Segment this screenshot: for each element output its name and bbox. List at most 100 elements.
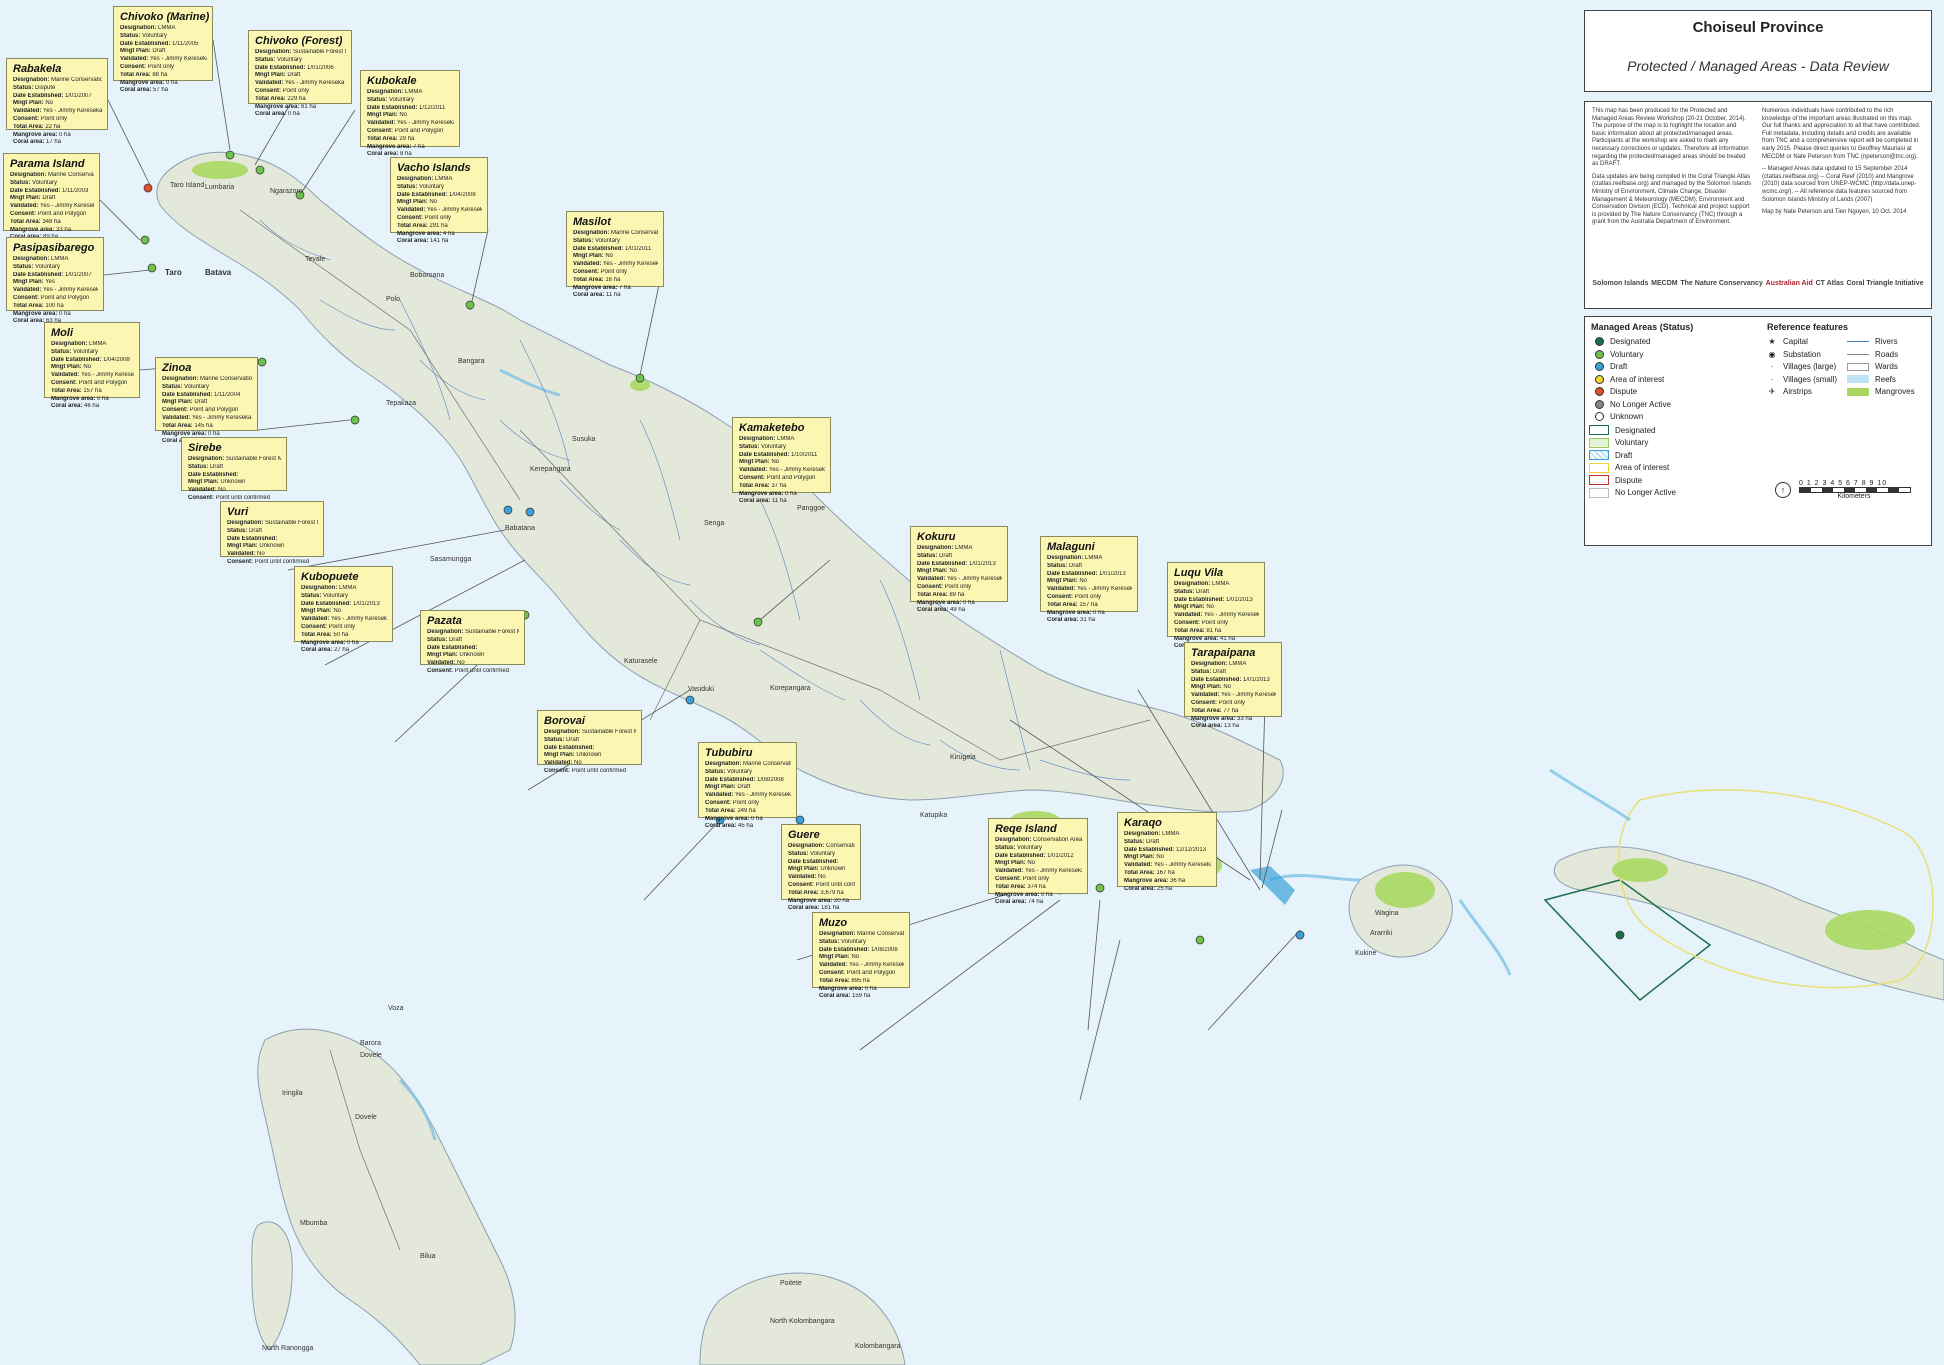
callout-field-label: Designation: xyxy=(427,629,464,635)
callout-field-label: Total Area: xyxy=(739,482,770,489)
callout-row: Date Established: 1/11/2005 xyxy=(120,41,207,49)
callout-field-value: 159 ha xyxy=(852,993,871,1000)
callout-title: Moli xyxy=(51,327,73,339)
callout-field-value: Point only xyxy=(328,623,356,630)
callout-row: Mngt Plan: Unknown xyxy=(227,543,318,551)
callout-row: Total Area: 81 ha xyxy=(1174,628,1259,636)
callout-field-value: 17 ha xyxy=(46,139,62,146)
callout-title: Tarapaipana xyxy=(1191,647,1256,659)
callout-field-label: Mngt Plan: xyxy=(13,100,44,107)
callout-field-label: Status: xyxy=(705,768,726,775)
callout-field-label: Designation: xyxy=(995,837,1032,843)
callout-field-value: No xyxy=(1027,860,1036,867)
callout-field-value: 1/04/2008 xyxy=(103,356,130,363)
callout-field-label: Status: xyxy=(397,183,418,190)
callout-field-value: 348 ha xyxy=(42,218,61,225)
callout-row: Designation: LMMA xyxy=(120,25,207,33)
callout-field-label: Date Established: xyxy=(301,600,352,607)
callout-field-label: Mangrove area: xyxy=(51,395,96,402)
callout-field-label: Status: xyxy=(188,463,209,470)
legend-label: Airstrips xyxy=(1783,387,1812,396)
line-swatch-icon xyxy=(1847,341,1869,342)
callout-row: Designation: Sustainable Forest Manageme… xyxy=(255,49,346,57)
callout-field-label: Designation: xyxy=(739,436,776,442)
callout-field-label: Designation: xyxy=(255,49,292,55)
callout-field-value: 1/01/2011 xyxy=(625,245,652,252)
callout-field-label: Coral area: xyxy=(917,607,949,614)
callout-field-value: Yes xyxy=(45,279,56,286)
callout-field-value: 0 ha xyxy=(347,639,359,646)
callout-row: Date Established: 1/01/2011 xyxy=(573,246,658,254)
callout-field-label: Total Area: xyxy=(1124,869,1155,876)
reference-symbol-icon: ★ xyxy=(1768,337,1776,346)
callout-row: Total Area: 291 ha xyxy=(397,223,482,231)
callout-field-value: Point only xyxy=(600,268,628,275)
callout-field-value: 0 ha xyxy=(166,79,178,86)
line-swatch-icon xyxy=(1847,362,1869,371)
callout-title: Muzo xyxy=(819,917,848,929)
callout-field-value: Point only xyxy=(282,87,310,94)
callout-title: Reqe Island xyxy=(995,823,1057,835)
callout-field-label: Mngt Plan: xyxy=(573,253,604,260)
callout-row: Validated: Yes - Jimmy Kereseka - May 20… xyxy=(13,108,102,116)
legend: Managed Areas (Status) Reference feature… xyxy=(1584,316,1932,546)
callout-row: Status: Draft xyxy=(917,553,1002,561)
callout-field-label: Date Established: xyxy=(10,187,61,194)
callout-field-label: Status: xyxy=(1174,588,1195,595)
callout-field-value: Unknown xyxy=(220,479,246,486)
callout-row: Date Established: 1/08/2008 xyxy=(705,777,791,785)
callout-field-value: Point only xyxy=(944,583,972,590)
callout-field-label: Date Established: xyxy=(1047,570,1098,577)
callout-field-value: Yes - Jimmy Kereseka May 2014 xyxy=(191,414,252,421)
callout-field-value: No xyxy=(574,760,582,767)
callout-field-label: Date Established: xyxy=(788,858,839,865)
callout-field-label: Consent: xyxy=(227,558,253,565)
legend-label: Unknown xyxy=(1610,412,1644,421)
callout-field-label: Status: xyxy=(10,179,31,186)
callout-field-label: Validated: xyxy=(573,261,602,268)
callout-box: Tarapaipana Designation: LMMA Status: Draf… xyxy=(1184,642,1282,729)
callout-field-value: Point only xyxy=(147,63,175,70)
callout-field-value: No xyxy=(399,112,408,119)
callout-field-label: Consent: xyxy=(705,799,731,806)
callout-row: Mngt Plan: No xyxy=(13,100,102,108)
callout-row: Validated: Yes - Jimmy Kereseka May 2014 xyxy=(51,372,134,380)
callout-field-value: Draft xyxy=(152,48,166,55)
callout-field-label: Designation: xyxy=(51,341,88,347)
callout-field-label: Mangrove area: xyxy=(162,430,207,437)
callout-row: Validated: Yes - Jimmy Kereseka May 2014 xyxy=(120,56,207,64)
callout-row: Mngt Plan: No xyxy=(51,364,134,372)
callout-field-value: Point and Polygon xyxy=(394,127,444,134)
callout-field-label: Coral area: xyxy=(1047,617,1079,624)
callout-row: Consent: Point and Polygon xyxy=(739,475,825,483)
callout-row: Coral area: 57 ha xyxy=(120,87,207,95)
callout-field-label: Mangrove area: xyxy=(13,310,58,317)
legend-reference-item: ★ Capital Rivers xyxy=(1767,337,1897,346)
legend-point-item: Unknown xyxy=(1595,412,1643,421)
callout-field-value: 50 ha xyxy=(333,631,349,638)
callout-row: Mangrove area: 0 ha xyxy=(51,396,134,404)
callout-row: Total Area: 77 ha xyxy=(1191,708,1276,716)
callout-field-label: Designation: xyxy=(1047,555,1084,561)
callout-row: Status: Draft xyxy=(1047,563,1132,571)
callout-field-value: 29 ha xyxy=(399,135,415,142)
callout-field-value: No xyxy=(818,874,826,881)
callout-field-label: Total Area: xyxy=(917,591,948,598)
callout-field-value: Point only xyxy=(732,799,760,806)
area-swatch-icon xyxy=(1589,475,1609,485)
callout-row: Coral area: 74 ha xyxy=(995,899,1082,907)
legend-point-item: Designated xyxy=(1595,337,1650,346)
legend-area-item: Area of interest xyxy=(1589,462,1669,473)
callout-row: Coral area: 13 ha xyxy=(1191,723,1276,731)
callout-row: Status: Voluntary xyxy=(397,184,482,192)
place-label: Kolombangara xyxy=(855,1343,901,1350)
callout-row: Mngt Plan: No xyxy=(1124,854,1211,862)
callout-field-label: Coral area: xyxy=(1191,723,1223,730)
callout-row: Total Area: 22 ha xyxy=(13,124,102,132)
area-swatch-icon xyxy=(1589,450,1609,460)
callout-field-label: Designation: xyxy=(227,520,264,526)
callout-field-label: Date Established: xyxy=(367,104,418,111)
legend-label: Roads xyxy=(1875,349,1899,359)
callout-row: Mangrove area: 33 ha xyxy=(1191,716,1276,724)
callout-field-value: Point until confirmed xyxy=(815,881,855,888)
